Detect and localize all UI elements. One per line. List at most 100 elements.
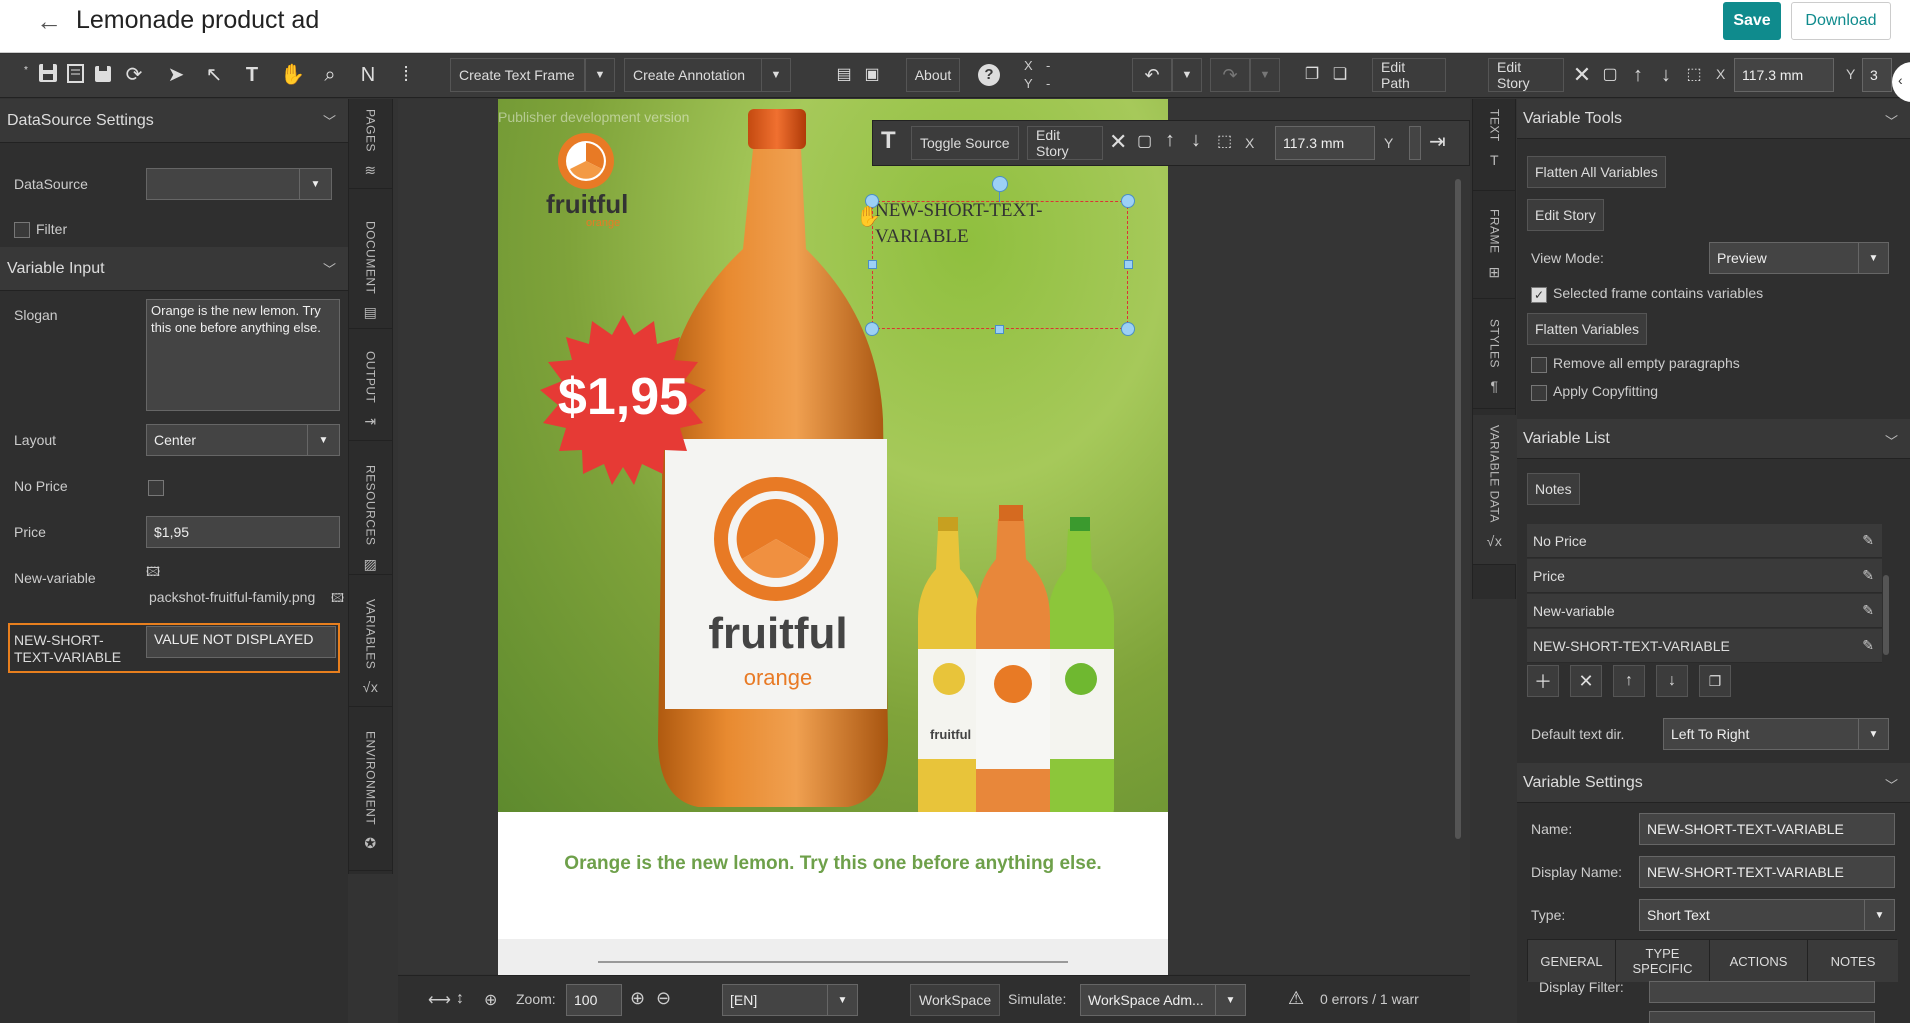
save-as-icon[interactable] xyxy=(64,62,88,88)
tab-actions[interactable]: ACTIONS xyxy=(1710,940,1808,982)
add-variable-icon[interactable]: ＋ xyxy=(1527,665,1559,697)
frame-select-icon[interactable]: ⬚ xyxy=(1217,131,1232,151)
fit-height-icon[interactable]: ↕ xyxy=(456,990,464,1008)
create-annotation-button[interactable]: Create Annotation xyxy=(624,58,766,92)
type-select[interactable]: Short Text ▼ xyxy=(1639,899,1895,931)
flatten-variables-button[interactable]: Flatten Variables xyxy=(1527,313,1648,345)
display-name-input[interactable]: NEW-SHORT-TEXT-VARIABLE xyxy=(1639,856,1895,888)
frame-bounds-icon[interactable]: ▢ xyxy=(1598,62,1622,88)
notes-button[interactable]: Notes xyxy=(1527,473,1580,505)
frame-edit-story-button[interactable]: Edit Story xyxy=(1027,126,1103,160)
edit-pencil-icon[interactable]: ✎ xyxy=(1862,567,1874,584)
datasource-select[interactable]: ▼ xyxy=(146,168,332,200)
send-backward-icon[interactable]: ↓ xyxy=(1654,62,1678,88)
back-arrow-icon[interactable]: ← xyxy=(36,8,62,34)
undo-dropdown[interactable]: ▼ xyxy=(1172,58,1202,92)
zoom-input[interactable]: 100 xyxy=(566,984,622,1016)
frame-delete-icon[interactable]: ✕ xyxy=(1109,129,1127,155)
paste-page-icon[interactable]: ❏ xyxy=(1328,62,1352,88)
secondary-filter-input[interactable] xyxy=(1649,1011,1875,1023)
frame-bounds-icon[interactable]: ▢ xyxy=(1137,131,1152,151)
move-up-icon[interactable]: ↑ xyxy=(1613,665,1645,697)
frame-x-input[interactable]: 117.3 mm xyxy=(1734,58,1834,92)
canvas-scrollbar[interactable] xyxy=(1455,179,1461,839)
create-text-frame-button[interactable]: Create Text Frame xyxy=(450,58,585,92)
tab-variable-data[interactable]: VARIABLE DATA √x xyxy=(1473,415,1516,565)
variable-input-header[interactable]: Variable Input ﹀ xyxy=(0,247,348,291)
edit-pencil-icon[interactable]: ✎ xyxy=(1862,637,1874,654)
variable-settings-header[interactable]: Variable Settings ﹀ xyxy=(1517,763,1910,803)
redo-icon[interactable]: ↷ xyxy=(1210,58,1250,92)
resize-handle-br[interactable] xyxy=(1121,322,1135,336)
remove-variable-icon[interactable]: ✕ xyxy=(1570,665,1602,697)
text-tool-icon[interactable]: T xyxy=(240,62,264,88)
variable-list-row[interactable]: Price ✎ xyxy=(1527,559,1882,593)
tab-environment[interactable]: ENVIRONMENT ✪ xyxy=(349,721,392,871)
download-button[interactable]: Download xyxy=(1791,2,1891,40)
frame-forward-icon[interactable]: ↑ xyxy=(1165,129,1175,152)
save-button[interactable]: Save xyxy=(1723,2,1781,40)
tab-type-specific[interactable]: TYPE SPECIFIC xyxy=(1616,940,1710,982)
delete-frame-icon[interactable]: ✕ xyxy=(1570,62,1594,88)
filter-checkbox[interactable] xyxy=(14,222,30,238)
frame-select-icon[interactable]: ⬚ xyxy=(1682,62,1706,88)
no-price-checkbox[interactable] xyxy=(148,480,164,496)
create-annotation-dropdown[interactable]: ▼ xyxy=(761,58,791,92)
language-select[interactable]: [EN] ▼ xyxy=(722,984,858,1016)
copy-page-icon[interactable]: ❐ xyxy=(1300,62,1324,88)
variable-list-row[interactable]: New-variable ✎ xyxy=(1527,594,1882,628)
fit-page-icon[interactable]: ⊕ xyxy=(484,990,497,1010)
tab-document[interactable]: DOCUMENT ▤ xyxy=(349,211,392,329)
variable-tools-header[interactable]: Variable Tools ﹀ xyxy=(1517,99,1910,139)
tab-frame[interactable]: FRAME ⊞ xyxy=(1473,199,1516,299)
tab-styles[interactable]: STYLES ¶ xyxy=(1473,309,1516,409)
document-settings-icon[interactable]: ▣ xyxy=(860,62,884,88)
variable-edit-story-button[interactable]: Edit Story xyxy=(1527,199,1604,231)
tab-variables[interactable]: VARIABLES √x xyxy=(349,589,392,707)
short-text-input[interactable]: VALUE NOT DISPLAYED xyxy=(146,626,336,658)
layout-select[interactable]: Center ▼ xyxy=(146,424,340,456)
variable-list-row[interactable]: NEW-SHORT-TEXT-VARIABLE ✎ xyxy=(1527,629,1882,663)
tab-output[interactable]: OUTPUT ⇥ xyxy=(349,341,392,441)
selected-frame-contains-checkbox[interactable]: ✓ xyxy=(1531,287,1547,303)
fit-width-icon[interactable]: ⟷ xyxy=(428,990,451,1010)
tab-general[interactable]: GENERAL xyxy=(1528,940,1616,982)
variable-list-header[interactable]: Variable List ﹀ xyxy=(1517,419,1910,459)
resize-handle-r[interactable] xyxy=(1124,260,1133,269)
frame-y-input[interactable]: 3 xyxy=(1862,58,1892,92)
edit-story-button[interactable]: Edit Story xyxy=(1488,58,1564,92)
tab-notes[interactable]: NOTES xyxy=(1808,940,1898,982)
workspace-button[interactable]: WorkSpace xyxy=(910,984,1001,1016)
variable-list-scrollbar[interactable] xyxy=(1883,575,1889,655)
name-input[interactable]: NEW-SHORT-TEXT-VARIABLE xyxy=(1639,813,1895,845)
zoom-tool-icon[interactable]: ⌕ xyxy=(318,62,342,88)
direct-select-icon[interactable]: ↖ xyxy=(202,62,226,88)
variable-list-row[interactable]: No Price ✎ xyxy=(1527,524,1882,558)
hand-tool-icon[interactable]: ✋ xyxy=(280,62,305,88)
resize-handle-l[interactable] xyxy=(868,260,877,269)
save-icon[interactable] xyxy=(36,62,60,88)
selected-text-frame[interactable]: NEW-SHORT-TEXT-VARIABLE xyxy=(872,200,1128,329)
zoom-out-icon[interactable]: ⊖ xyxy=(656,988,671,1009)
rotate-handle[interactable] xyxy=(992,176,1008,192)
apply-copyfitting-checkbox[interactable] xyxy=(1531,385,1547,401)
move-down-icon[interactable]: ↓ xyxy=(1656,665,1688,697)
flatten-all-variables-button[interactable]: Flatten All Variables xyxy=(1527,156,1666,188)
help-icon[interactable]: ? xyxy=(978,64,1000,86)
simulate-select[interactable]: WorkSpace Adm... ▼ xyxy=(1080,984,1246,1016)
toolbar-expand-icon[interactable]: ⇥ xyxy=(1429,129,1446,154)
create-text-frame-dropdown[interactable]: ▼ xyxy=(585,58,615,92)
remove-empty-paragraphs-checkbox[interactable] xyxy=(1531,357,1547,373)
datasource-settings-header[interactable]: DataSource Settings ﹀ xyxy=(0,99,348,143)
tab-resources[interactable]: RESOURCES ▨ xyxy=(349,455,392,575)
ruler-tool-icon[interactable]: ⁞ xyxy=(394,62,418,88)
errors-status[interactable]: 0 errors / 1 warr xyxy=(1320,991,1419,1007)
duplicate-variable-icon[interactable]: ❐ xyxy=(1699,665,1731,697)
view-mode-select[interactable]: Preview ▼ xyxy=(1709,242,1889,274)
slogan-textarea[interactable]: Orange is the new lemon. Try this one be… xyxy=(146,299,340,411)
redo-dropdown[interactable]: ▼ xyxy=(1250,58,1280,92)
display-filter-input[interactable] xyxy=(1649,981,1875,1003)
image-picker-icon[interactable]: 🖾 xyxy=(146,563,160,585)
frame-backward-icon[interactable]: ↓ xyxy=(1191,129,1201,152)
toggle-source-button[interactable]: Toggle Source xyxy=(911,126,1019,160)
